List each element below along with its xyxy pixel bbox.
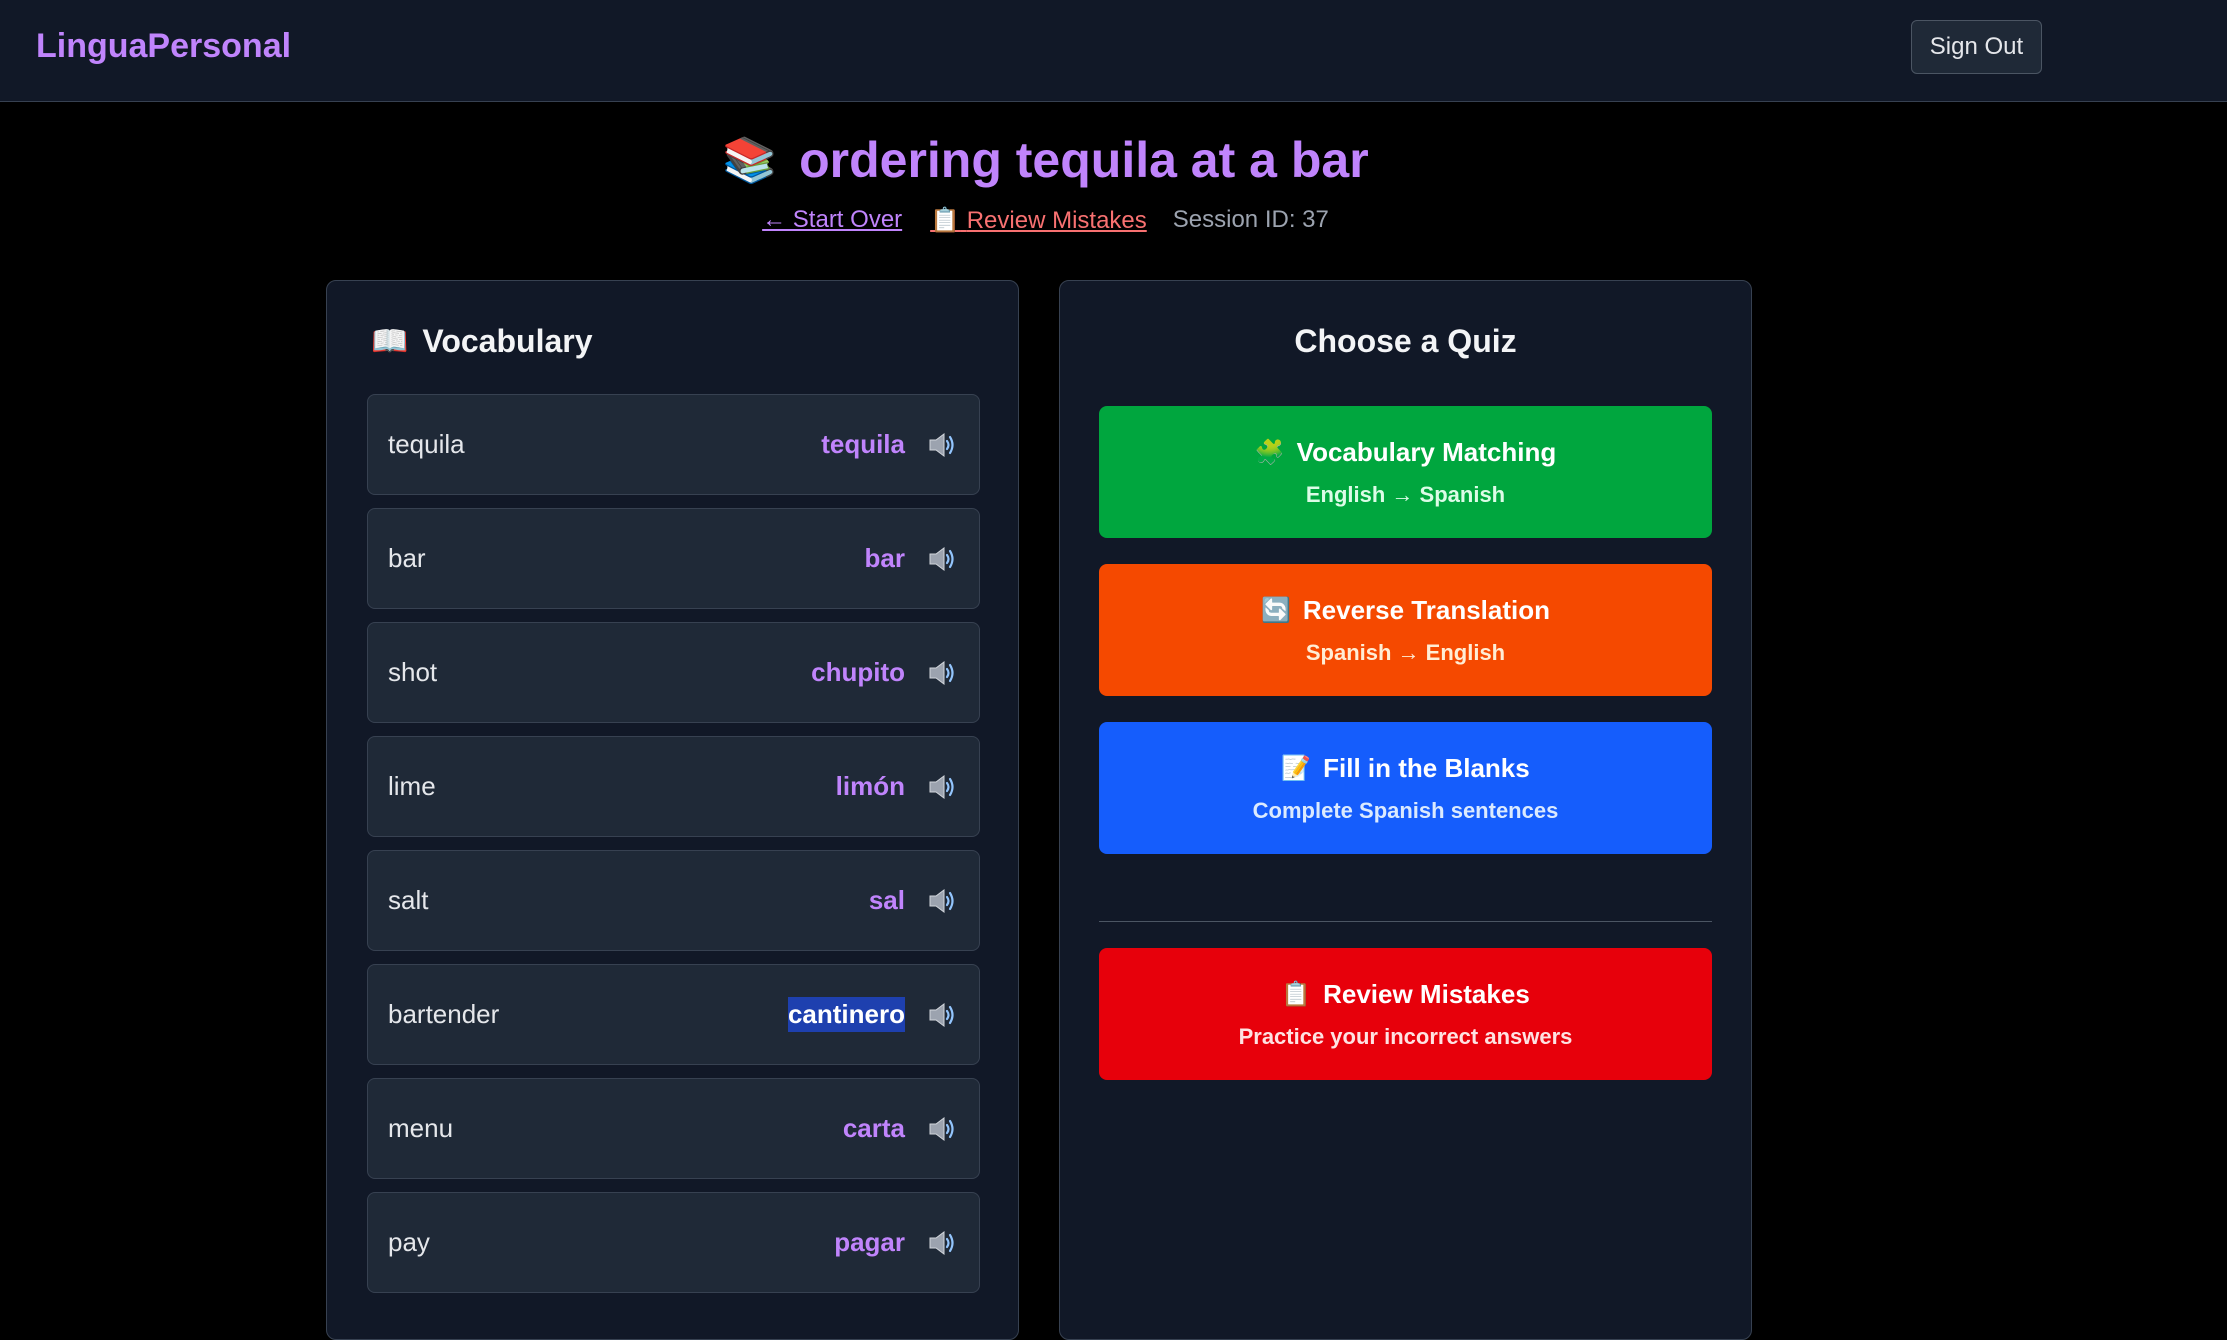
- speaker-icon[interactable]: [927, 431, 959, 459]
- quiz-subtitle: English → Spanish: [1305, 481, 1506, 507]
- vocab-english: tequila: [388, 429, 465, 459]
- open-book-icon: 📖: [371, 325, 409, 358]
- review-mistakes-link[interactable]: 📋 Review Mistakes: [930, 206, 1147, 235]
- vocab-item: bartender cantinero: [367, 964, 980, 1065]
- vocab-spanish: limón: [835, 771, 905, 801]
- vocab-item: salt sal: [367, 850, 980, 951]
- memo-icon: 📝: [1281, 754, 1312, 782]
- vocabulary-heading: 📖 Vocabulary: [371, 323, 593, 360]
- vocab-item: shot chupito: [367, 622, 980, 723]
- quiz-title: Review Mistakes: [1323, 978, 1530, 1009]
- speaker-icon[interactable]: [927, 1001, 959, 1029]
- vocab-english: salt: [388, 885, 429, 915]
- speaker-icon[interactable]: [927, 545, 959, 573]
- clipboard-icon: 📋: [1281, 980, 1312, 1008]
- speaker-icon[interactable]: [927, 773, 959, 801]
- speaker-icon[interactable]: [927, 887, 959, 915]
- vocabulary-heading-label: Vocabulary: [422, 323, 593, 359]
- vocab-spanish: bar: [864, 543, 905, 573]
- vocab-english: bar: [388, 543, 426, 573]
- page-title: ordering tequila at a bar: [799, 132, 1369, 188]
- speaker-icon[interactable]: [927, 1115, 959, 1143]
- vocab-english: lime: [388, 771, 436, 801]
- vocab-spanish: sal: [868, 885, 905, 915]
- arrows-cycle-icon: 🔄: [1260, 596, 1291, 624]
- vocab-english: shot: [388, 657, 438, 687]
- brand-logo[interactable]: LinguaPersonal: [36, 27, 291, 66]
- quiz-title: Fill in the Blanks: [1323, 752, 1530, 783]
- books-icon: 📚: [722, 136, 778, 185]
- clipboard-icon: 📋: [930, 206, 961, 234]
- quiz-subtitle: Practice your incorrect answers: [1238, 1023, 1573, 1049]
- speaker-icon[interactable]: [927, 1229, 959, 1257]
- quiz-title: Reverse Translation: [1302, 594, 1550, 625]
- vocab-spanish: chupito: [811, 657, 905, 687]
- review-mistakes-link-label: Review Mistakes: [966, 206, 1147, 234]
- puzzle-icon: 🧩: [1254, 438, 1285, 466]
- quiz-panel: Choose a Quiz 🧩 Vocabulary Matching Engl…: [1059, 280, 1752, 1340]
- vocab-spanish: cantinero: [787, 997, 905, 1032]
- vocab-spanish: tequila: [821, 429, 905, 459]
- divider: [1099, 921, 1712, 922]
- quiz-subtitle: Complete Spanish sentences: [1252, 797, 1559, 823]
- vocab-item: bar bar: [367, 508, 980, 609]
- vocabulary-list: tequila tequila bar bar shot chupito lime limón…: [367, 394, 980, 1306]
- vocab-spanish: carta: [842, 1113, 905, 1143]
- quiz-heading: Choose a Quiz: [1294, 323, 1517, 359]
- sign-out-button[interactable]: Sign Out: [1911, 20, 2042, 74]
- reverse-translation-button[interactable]: 🔄 Reverse Translation Spanish → English: [1099, 564, 1712, 696]
- top-navbar: LinguaPersonal Sign Out: [0, 0, 2227, 102]
- vocab-english: pay: [388, 1227, 430, 1257]
- vocab-item: pay pagar: [367, 1192, 980, 1293]
- vocab-english: menu: [388, 1113, 454, 1143]
- vocab-english: bartender: [388, 999, 500, 1029]
- quiz-title: Vocabulary Matching: [1296, 436, 1557, 467]
- review-mistakes-button[interactable]: 📋 Review Mistakes Practice your incorrec…: [1099, 948, 1712, 1080]
- vocabulary-panel: 📖 Vocabulary tequila tequila bar bar shot chu…: [326, 280, 1019, 1340]
- fill-in-the-blanks-button[interactable]: 📝 Fill in the Blanks Complete Spanish se…: [1099, 722, 1712, 854]
- vocab-item: lime limón: [367, 736, 980, 837]
- vocab-item: menu carta: [367, 1078, 980, 1179]
- session-id: Session ID: 37: [1172, 206, 1329, 233]
- speaker-icon[interactable]: [927, 659, 959, 687]
- quiz-subtitle: Spanish → English: [1305, 639, 1506, 665]
- vocab-item: tequila tequila: [367, 394, 980, 495]
- vocabulary-matching-button[interactable]: 🧩 Vocabulary Matching English → Spanish: [1099, 406, 1712, 538]
- page-title-row: 📚 ordering tequila at a bar: [0, 125, 2227, 195]
- start-over-link[interactable]: ← Start Over: [762, 206, 902, 234]
- vocab-spanish: pagar: [834, 1227, 905, 1257]
- session-nav: ← Start Over 📋 Review Mistakes Session I…: [0, 203, 2227, 237]
